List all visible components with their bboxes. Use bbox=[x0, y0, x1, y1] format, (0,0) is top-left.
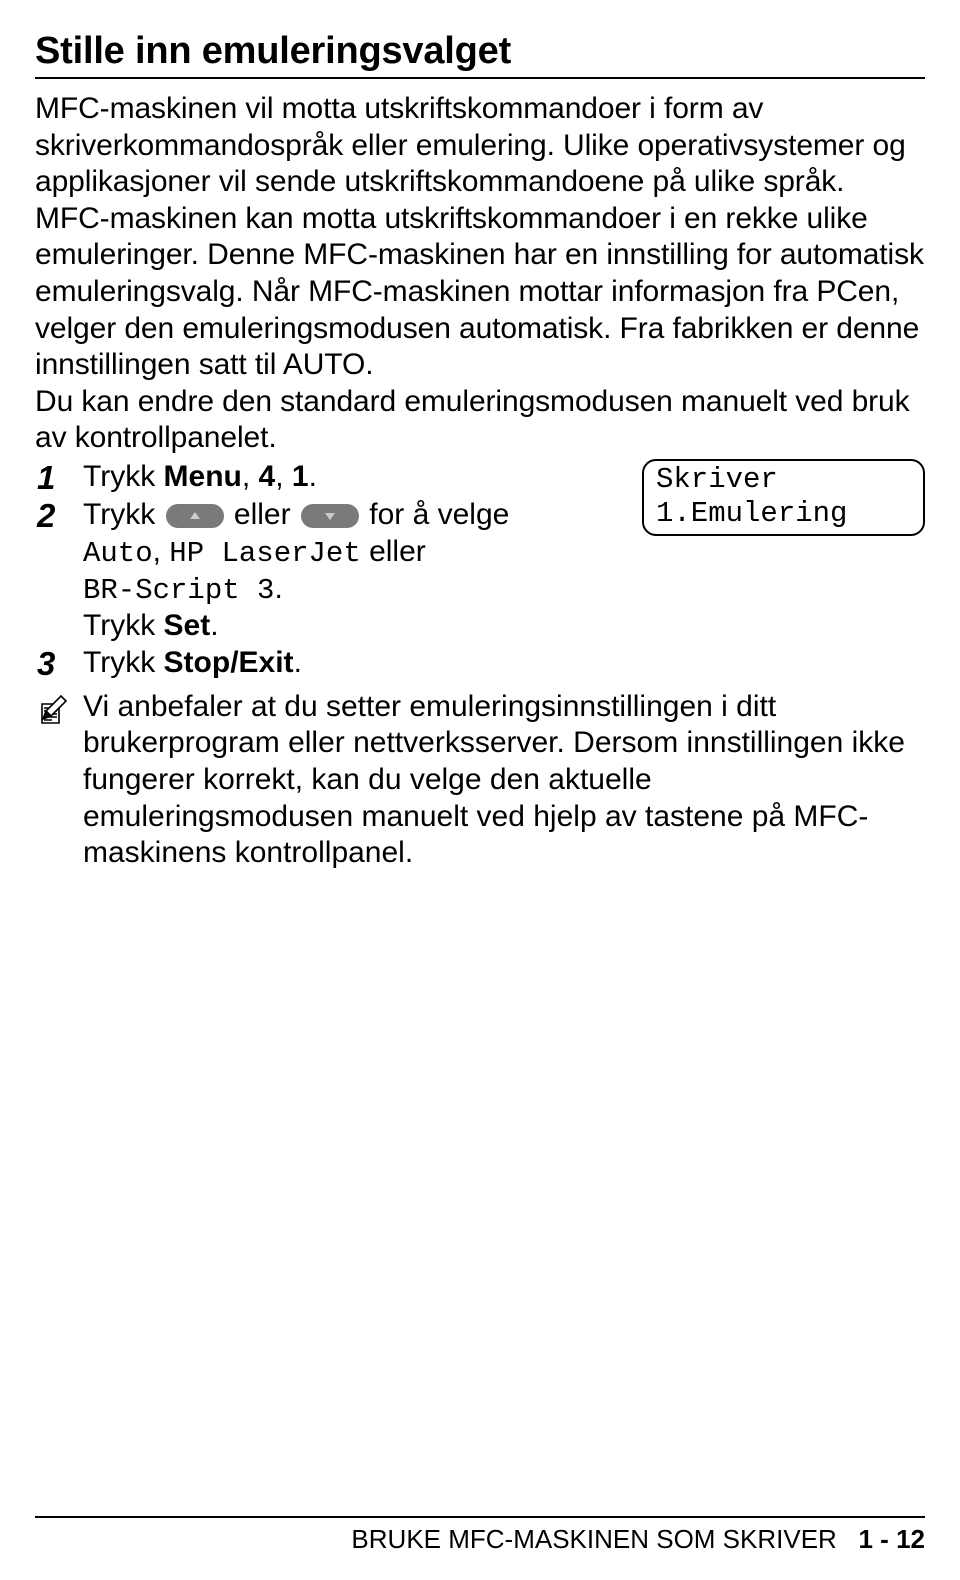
note-text: Vi anbefaler at du setter emuleringsinns… bbox=[83, 689, 925, 872]
footer-chapter-title: BRUKE MFC-MASKINEN SOM SKRIVER bbox=[351, 1524, 836, 1554]
step-content: Trykk Stop/Exit. bbox=[83, 645, 925, 682]
key-4: 4 bbox=[259, 460, 276, 493]
text: Trykk bbox=[83, 646, 164, 679]
up-arrow-icon bbox=[166, 504, 224, 528]
text: . bbox=[210, 609, 218, 642]
text: . bbox=[274, 572, 282, 605]
down-arrow-icon bbox=[301, 504, 359, 528]
text: eller bbox=[361, 535, 426, 568]
set-key: Set bbox=[164, 609, 211, 642]
text: for å velge bbox=[361, 498, 509, 531]
text: , bbox=[242, 460, 259, 493]
footer-page-number: 1 - 12 bbox=[859, 1524, 926, 1554]
text: . bbox=[309, 460, 317, 493]
step-number: 3 bbox=[35, 645, 83, 683]
intro-paragraph-1: MFC-maskinen vil motta utskriftskommando… bbox=[35, 91, 925, 384]
section-heading: Stille inn emuleringsvalget bbox=[35, 30, 925, 79]
text: Trykk bbox=[83, 460, 164, 493]
footer-divider bbox=[35, 1516, 925, 1518]
note-block: Vi anbefaler at du setter emuleringsinns… bbox=[35, 689, 925, 872]
footer-text: BRUKE MFC-MASKINEN SOM SKRIVER 1 - 12 bbox=[35, 1524, 925, 1555]
pencil-note-icon bbox=[35, 689, 83, 732]
text: Trykk bbox=[83, 609, 164, 642]
steps-container: Skriver 1.Emulering 1 Trykk Menu, 4, 1. … bbox=[35, 459, 925, 683]
stop-exit-key: Stop/Exit bbox=[164, 646, 294, 679]
step-number: 2 bbox=[35, 497, 83, 535]
lcd-line-1: Skriver bbox=[656, 463, 911, 497]
lcd-display: Skriver 1.Emulering bbox=[642, 459, 925, 536]
text: , bbox=[275, 460, 292, 493]
key-1: 1 bbox=[292, 460, 309, 493]
text: eller bbox=[226, 498, 299, 531]
text: , bbox=[153, 535, 170, 568]
option-auto: Auto bbox=[83, 537, 153, 570]
page-footer: BRUKE MFC-MASKINEN SOM SKRIVER 1 - 12 bbox=[35, 1516, 925, 1555]
step-number: 1 bbox=[35, 459, 83, 497]
lcd-line-2: 1.Emulering bbox=[656, 497, 911, 531]
option-br-script-3: BR-Script 3 bbox=[83, 574, 274, 607]
step-3: 3 Trykk Stop/Exit. bbox=[35, 645, 925, 683]
text: Trykk bbox=[83, 498, 164, 531]
intro-paragraph-2: Du kan endre den standard emuleringsmodu… bbox=[35, 384, 925, 457]
menu-key: Menu bbox=[164, 460, 242, 493]
text: . bbox=[294, 646, 302, 679]
option-hp-laserjet: HP LaserJet bbox=[169, 537, 360, 570]
